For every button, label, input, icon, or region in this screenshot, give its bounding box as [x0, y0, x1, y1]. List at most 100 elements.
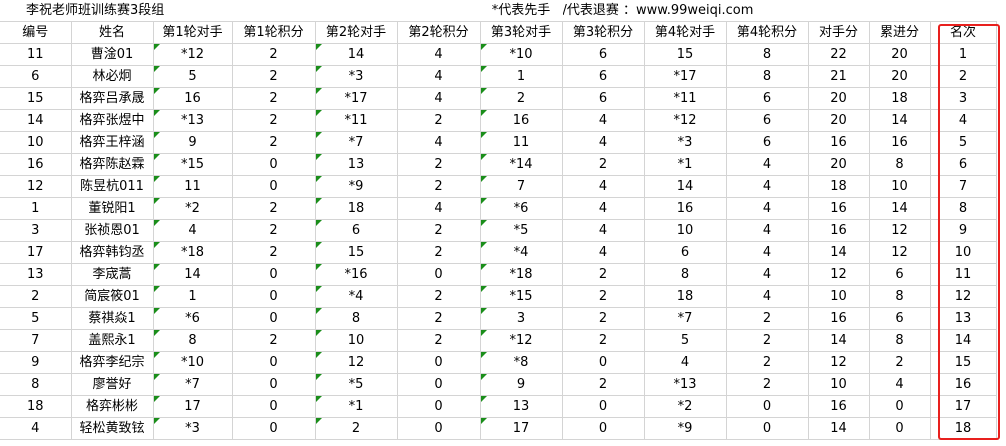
- cell-r3-opp[interactable]: 16: [480, 109, 563, 132]
- cell-r4-pts[interactable]: 2: [726, 373, 809, 396]
- cell-cumulative[interactable]: 20: [869, 43, 931, 66]
- cell-name[interactable]: 林必炯: [71, 65, 154, 88]
- cell-r4-pts[interactable]: 4: [726, 263, 809, 286]
- cell-r4-opp[interactable]: *7: [644, 307, 727, 330]
- cell-r1-opp[interactable]: 8: [153, 329, 233, 352]
- cell-r2-opp[interactable]: *11: [315, 109, 398, 132]
- cell-name[interactable]: 格弈李纪宗: [71, 351, 154, 374]
- cell-r2-pts[interactable]: 2: [397, 307, 481, 330]
- cell-r2-opp[interactable]: *4: [315, 285, 398, 308]
- cell-r2-opp[interactable]: 15: [315, 241, 398, 264]
- cell-rank[interactable]: 11: [930, 263, 997, 286]
- cell-cumulative[interactable]: 6: [869, 263, 931, 286]
- cell-r3-opp[interactable]: *12: [480, 329, 563, 352]
- cell-opp-score[interactable]: 16: [808, 131, 870, 154]
- cell-name[interactable]: 董锐阳1: [71, 197, 154, 220]
- cell-id[interactable]: 16: [0, 153, 72, 176]
- cell-r1-pts[interactable]: 0: [232, 175, 316, 198]
- cell-id[interactable]: 1: [0, 197, 72, 220]
- cell-r1-opp[interactable]: *18: [153, 241, 233, 264]
- cell-name[interactable]: 格弈韩钧丞: [71, 241, 154, 264]
- header-id[interactable]: 编号: [0, 21, 72, 44]
- cell-r3-pts[interactable]: 4: [562, 131, 645, 154]
- cell-r3-opp[interactable]: *6: [480, 197, 563, 220]
- cell-r2-pts[interactable]: 4: [397, 131, 481, 154]
- cell-id[interactable]: 12: [0, 175, 72, 198]
- cell-cumulative[interactable]: 0: [869, 395, 931, 418]
- cell-r4-pts[interactable]: 2: [726, 307, 809, 330]
- cell-name[interactable]: 曹淦01: [71, 43, 154, 66]
- sheet-title[interactable]: 李祝老师班训练赛3段组: [0, 0, 480, 22]
- cell-r4-pts[interactable]: 8: [726, 43, 809, 66]
- cell-r2-opp[interactable]: 14: [315, 43, 398, 66]
- cell-r1-pts[interactable]: 2: [232, 131, 316, 154]
- cell-r2-opp[interactable]: *16: [315, 263, 398, 286]
- cell-opp-score[interactable]: 10: [808, 373, 870, 396]
- cell-r4-opp[interactable]: 5: [644, 329, 727, 352]
- cell-rank[interactable]: 2: [930, 65, 997, 88]
- cell-r4-opp[interactable]: 6: [644, 241, 727, 264]
- cell-r3-pts[interactable]: 2: [562, 373, 645, 396]
- cell-cumulative[interactable]: 8: [869, 285, 931, 308]
- empty-cell[interactable]: [808, 0, 869, 22]
- cell-r3-opp[interactable]: 1: [480, 65, 563, 88]
- cell-r1-opp[interactable]: *6: [153, 307, 233, 330]
- cell-r2-opp[interactable]: *3: [315, 65, 398, 88]
- cell-opp-score[interactable]: 22: [808, 43, 870, 66]
- cell-rank[interactable]: 18: [930, 417, 997, 440]
- cell-rank[interactable]: 13: [930, 307, 997, 330]
- cell-id[interactable]: 9: [0, 351, 72, 374]
- header-r3-opp[interactable]: 第3轮对手: [480, 21, 563, 44]
- cell-r3-opp[interactable]: *4: [480, 241, 563, 264]
- cell-rank[interactable]: 12: [930, 285, 997, 308]
- cell-opp-score[interactable]: 21: [808, 65, 870, 88]
- cell-name[interactable]: 简宸筱01: [71, 285, 154, 308]
- cell-r4-pts[interactable]: 0: [726, 417, 809, 440]
- cell-r3-pts[interactable]: 0: [562, 395, 645, 418]
- cell-cumulative[interactable]: 8: [869, 329, 931, 352]
- cell-rank[interactable]: 15: [930, 351, 997, 374]
- cell-r2-opp[interactable]: 10: [315, 329, 398, 352]
- cell-r3-pts[interactable]: 2: [562, 329, 645, 352]
- cell-r1-opp[interactable]: *13: [153, 109, 233, 132]
- note-withdraw-site[interactable]: /代表退赛 ：www.99weiqi.com: [562, 0, 808, 22]
- cell-id[interactable]: 8: [0, 373, 72, 396]
- header-opp-score[interactable]: 对手分: [808, 21, 870, 44]
- cell-name[interactable]: 盖熙永1: [71, 329, 154, 352]
- cell-cumulative[interactable]: 16: [869, 131, 931, 154]
- cell-r4-opp[interactable]: 16: [644, 197, 727, 220]
- cell-name[interactable]: 轻松黄致铉: [71, 417, 154, 440]
- cell-r2-pts[interactable]: 4: [397, 87, 481, 110]
- header-r2-pts[interactable]: 第2轮积分: [397, 21, 481, 44]
- cell-r4-opp[interactable]: 14: [644, 175, 727, 198]
- cell-name[interactable]: 陈昱杭011: [71, 175, 154, 198]
- cell-opp-score[interactable]: 12: [808, 351, 870, 374]
- cell-rank[interactable]: 14: [930, 329, 997, 352]
- cell-name[interactable]: 格弈吕承晟: [71, 87, 154, 110]
- cell-rank[interactable]: 1: [930, 43, 997, 66]
- cell-r3-pts[interactable]: 6: [562, 65, 645, 88]
- cell-id[interactable]: 15: [0, 87, 72, 110]
- cell-r2-pts[interactable]: 0: [397, 373, 481, 396]
- cell-r3-pts[interactable]: 6: [562, 87, 645, 110]
- cell-r4-opp[interactable]: *3: [644, 131, 727, 154]
- cell-r1-opp[interactable]: 11: [153, 175, 233, 198]
- cell-cumulative[interactable]: 6: [869, 307, 931, 330]
- cell-r4-opp[interactable]: 8: [644, 263, 727, 286]
- header-r4-pts[interactable]: 第4轮积分: [726, 21, 809, 44]
- header-r2-opp[interactable]: 第2轮对手: [315, 21, 398, 44]
- cell-r2-opp[interactable]: *7: [315, 131, 398, 154]
- cell-r3-opp[interactable]: 3: [480, 307, 563, 330]
- cell-r4-opp[interactable]: *11: [644, 87, 727, 110]
- cell-r4-pts[interactable]: 4: [726, 175, 809, 198]
- cell-r3-opp[interactable]: *10: [480, 43, 563, 66]
- cell-r4-opp[interactable]: 10: [644, 219, 727, 242]
- cell-r1-opp[interactable]: *15: [153, 153, 233, 176]
- cell-r3-opp[interactable]: 11: [480, 131, 563, 154]
- cell-rank[interactable]: 4: [930, 109, 997, 132]
- cell-cumulative[interactable]: 2: [869, 351, 931, 374]
- cell-r2-pts[interactable]: 0: [397, 263, 481, 286]
- header-rank[interactable]: 名次: [930, 21, 997, 44]
- cell-cumulative[interactable]: 12: [869, 241, 931, 264]
- cell-r3-pts[interactable]: 2: [562, 263, 645, 286]
